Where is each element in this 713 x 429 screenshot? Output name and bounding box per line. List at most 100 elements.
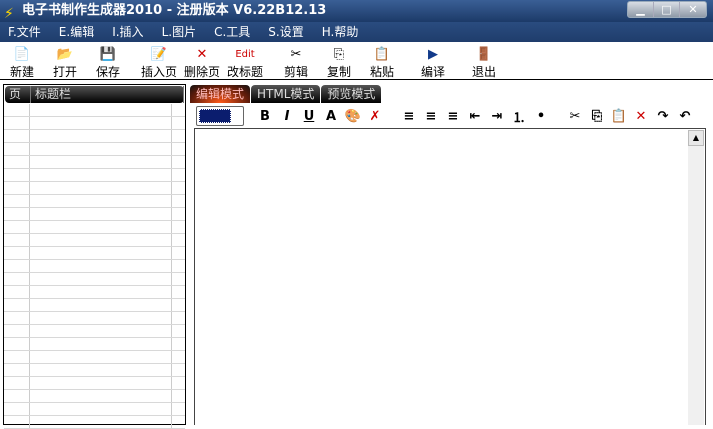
toolbar: 📄 新建 📂 打开 💾 保存 📝 插入页 ✕ 删除页 Edit 改标题 ✂ 剪辑 ⎘ 复制 📋 粘贴 ▶ 编译 🚪 退出 xyxy=(0,42,713,80)
scroll-up-button[interactable]: ▲ xyxy=(688,130,704,146)
copy-icon[interactable]: ⎘ xyxy=(586,109,608,124)
menu-item[interactable]: C.工具 xyxy=(214,22,250,42)
list-row[interactable] xyxy=(4,182,185,195)
list-row[interactable] xyxy=(4,416,185,429)
list-row[interactable] xyxy=(4,221,185,234)
list-row[interactable] xyxy=(4,130,185,143)
list-row[interactable] xyxy=(4,403,185,416)
list-row[interactable] xyxy=(4,312,185,325)
list-row[interactable] xyxy=(4,169,185,182)
column-title[interactable]: 标题栏 xyxy=(31,86,184,103)
list-row[interactable] xyxy=(4,208,185,221)
menu-item[interactable]: S.设置 xyxy=(268,22,303,42)
toolbar-label: 改标题 xyxy=(226,65,263,79)
align-left-icon[interactable]: ≡ xyxy=(398,109,420,124)
list-row[interactable] xyxy=(4,338,185,351)
toolbar-label: 新建 xyxy=(9,65,34,79)
minimize-button[interactable]: ▁ xyxy=(628,2,654,17)
color-picker[interactable] xyxy=(196,106,244,126)
insert-page-button[interactable]: 📝 插入页 xyxy=(137,46,181,80)
bullet-list-icon[interactable]: • xyxy=(530,109,552,124)
list-row[interactable] xyxy=(4,364,185,377)
exit-button[interactable]: 🚪 退出 xyxy=(462,46,506,80)
italic-icon[interactable]: I xyxy=(276,109,298,124)
clear-format-icon[interactable]: ✗ xyxy=(364,109,386,124)
toolbar-label: 复制 xyxy=(326,65,351,79)
editor-toolbar: B I U A 🎨 ✗ ≡ ≡ ≡ ⇤ ⇥ ⒈ • ✂ ⎘ 📋 ✕ ↷ ↶ xyxy=(194,105,706,127)
list-row[interactable] xyxy=(4,325,185,338)
list-row[interactable] xyxy=(4,286,185,299)
copy-icon: ⎘ xyxy=(333,47,345,62)
indent-icon[interactable]: ⇥ xyxy=(486,109,508,124)
maximize-button[interactable]: □ xyxy=(654,2,680,17)
tab-mode[interactable]: 预览模式 xyxy=(321,85,382,103)
color-swatch xyxy=(199,109,231,123)
toolbar-label: 编译 xyxy=(420,65,445,79)
bg-color-icon[interactable]: 🎨 xyxy=(342,109,364,124)
undo-icon[interactable]: ↶ xyxy=(674,109,696,124)
insert-page-icon: 📝 xyxy=(150,47,168,62)
save-icon: 💾 xyxy=(99,47,117,62)
delete-icon[interactable]: ✕ xyxy=(630,109,652,124)
paste-button[interactable]: 📋 粘贴 xyxy=(360,46,404,80)
title-bar: ⚡ 电子书制作生成器2010 - 注册版本 V6.22B12.13 ▁ □ ✕ xyxy=(0,0,713,22)
cut-icon[interactable]: ✂ xyxy=(564,109,586,124)
ordered-list-icon[interactable]: ⒈ xyxy=(508,107,530,126)
open-folder-icon: 📂 xyxy=(56,47,74,62)
vertical-scrollbar[interactable]: ▲ xyxy=(688,130,704,425)
list-row[interactable] xyxy=(4,234,185,247)
paste-icon: 📋 xyxy=(373,47,391,62)
menu-bar: F.文件 E.编辑 I.插入 L.图片 C.工具 S.设置 H.帮助 xyxy=(0,22,713,42)
list-row[interactable] xyxy=(4,390,185,403)
edit-title-button[interactable]: Edit 改标题 xyxy=(223,46,267,80)
list-row[interactable] xyxy=(4,260,185,273)
redo-icon[interactable]: ↷ xyxy=(652,109,674,124)
column-page[interactable]: 页 xyxy=(5,86,31,103)
menu-item[interactable]: H.帮助 xyxy=(322,22,359,42)
list-row[interactable] xyxy=(4,273,185,286)
menu-item[interactable]: L.图片 xyxy=(162,22,197,42)
list-row[interactable] xyxy=(4,143,185,156)
outdent-icon[interactable]: ⇤ xyxy=(464,109,486,124)
paste-icon[interactable]: 📋 xyxy=(608,109,630,124)
bold-icon[interactable]: B xyxy=(254,109,276,124)
exit-icon: 🚪 xyxy=(475,47,493,62)
editor-area[interactable]: ▲ xyxy=(194,128,706,425)
list-row[interactable] xyxy=(4,351,185,364)
delete-icon: ✕ xyxy=(196,47,208,62)
save-button[interactable]: 💾 保存 xyxy=(86,46,130,80)
tab-mode[interactable]: HTML模式 xyxy=(251,85,321,103)
menu-item[interactable]: E.编辑 xyxy=(59,22,94,42)
cut-button[interactable]: ✂ 剪辑 xyxy=(274,46,318,80)
toolbar-label: 剪辑 xyxy=(283,65,308,79)
new-icon: 📄 xyxy=(13,47,31,62)
tab-mode[interactable]: 编辑模式 xyxy=(190,85,251,103)
list-row[interactable] xyxy=(4,104,185,117)
list-row[interactable] xyxy=(4,117,185,130)
page-list-header: 页 标题栏 xyxy=(5,86,184,103)
close-button[interactable]: ✕ xyxy=(680,2,706,17)
compile-button[interactable]: ▶ 编译 xyxy=(411,46,455,80)
list-row[interactable] xyxy=(4,299,185,312)
compile-icon: ▶ xyxy=(428,47,438,62)
list-row[interactable] xyxy=(4,247,185,260)
toolbar-label: 删除页 xyxy=(183,65,220,79)
font-color-icon[interactable]: A xyxy=(320,109,342,124)
underline-icon[interactable]: U xyxy=(298,109,320,124)
align-right-icon[interactable]: ≡ xyxy=(442,109,464,124)
list-row[interactable] xyxy=(4,195,185,208)
window-controls: ▁ □ ✕ xyxy=(627,1,707,18)
list-row[interactable] xyxy=(4,156,185,169)
copy-button[interactable]: ⎘ 复制 xyxy=(317,46,361,80)
edit-title-icon: Edit xyxy=(235,49,255,60)
menu-item[interactable]: F.文件 xyxy=(8,22,41,42)
menu-item[interactable]: I.插入 xyxy=(112,22,143,42)
open-folder-button[interactable]: 📂 打开 xyxy=(43,46,87,80)
list-row[interactable] xyxy=(4,377,185,390)
toolbar-label: 保存 xyxy=(95,65,120,79)
delete-button[interactable]: ✕ 删除页 xyxy=(180,46,224,80)
align-center-icon[interactable]: ≡ xyxy=(420,109,442,124)
cut-icon: ✂ xyxy=(290,47,302,62)
new-button[interactable]: 📄 新建 xyxy=(0,46,44,80)
page-list[interactable]: 页 标题栏 xyxy=(3,84,186,429)
